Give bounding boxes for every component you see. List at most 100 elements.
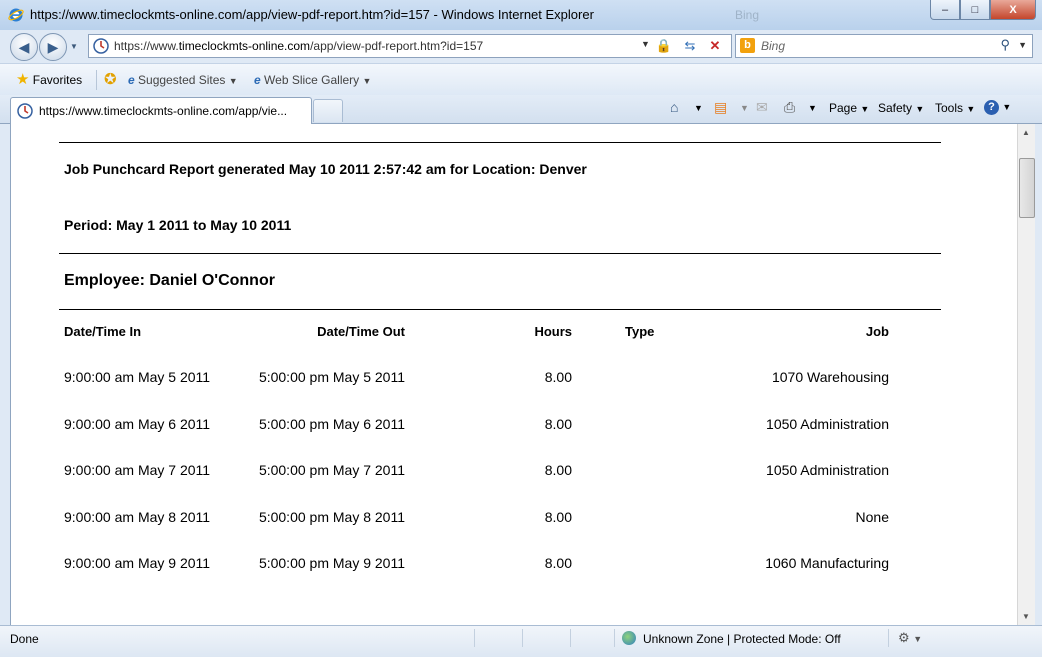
- cell-job: 1050 Administration: [766, 462, 889, 478]
- title-ghost-text: Bing: [735, 8, 760, 22]
- cell-job: 1070 Warehousing: [771, 369, 889, 385]
- internet-explorer-icon: [8, 8, 24, 22]
- home-dropdown-icon[interactable]: ▼: [694, 103, 703, 113]
- new-tab-button[interactable]: [313, 99, 343, 122]
- active-tab[interactable]: https://www.timeclockmts-online.com/app/…: [10, 97, 312, 124]
- search-placeholder[interactable]: Bing: [761, 39, 785, 53]
- suggested-sites-link[interactable]: e Suggested Sites ▼: [128, 73, 238, 87]
- cell-hours: 8.00: [544, 416, 572, 432]
- navigation-bar: ◀ ▶ ▼ https://www.timeclockmts-online.co…: [0, 30, 1042, 63]
- tools-menu[interactable]: Tools ▼: [935, 101, 975, 115]
- column-header-job: Job: [865, 324, 889, 339]
- cell-hours: 8.00: [544, 555, 572, 571]
- page-content: Job Punchcard Report generated May 10 20…: [10, 124, 1017, 625]
- site-favicon-icon: [17, 103, 33, 119]
- chevron-down-icon: ▼: [228, 76, 238, 86]
- search-dropdown-icon[interactable]: ▼: [1018, 40, 1027, 50]
- maximize-button[interactable]: □: [960, 0, 990, 20]
- vertical-scrollbar[interactable]: ▲ ▼: [1017, 124, 1035, 625]
- close-button[interactable]: X: [990, 0, 1036, 20]
- window-controls: ‒ □ X: [930, 0, 1036, 20]
- cell-time-in: 9:00:00 am May 6 2011: [64, 416, 211, 432]
- address-dropdown-icon[interactable]: ▼: [641, 39, 650, 49]
- safety-menu[interactable]: Safety ▼: [878, 101, 924, 115]
- help-icon: ?: [984, 100, 999, 115]
- cell-job: 1060 Manufacturing: [765, 555, 889, 571]
- search-box[interactable]: b Bing ⚲ ▼: [735, 34, 1033, 58]
- cell-time-out: 5:00:00 pm May 9 2011: [258, 555, 405, 571]
- feeds-dropdown-icon[interactable]: ▼: [740, 103, 749, 113]
- cell-time-in: 9:00:00 am May 5 2011: [64, 369, 211, 385]
- page-menu[interactable]: Page ▼: [829, 101, 869, 115]
- site-favicon-icon: [93, 38, 109, 54]
- cell-hours: 8.00: [544, 369, 572, 385]
- add-to-favorites-bar-button[interactable]: ✪: [104, 70, 117, 88]
- chevron-down-icon: ▼: [860, 104, 870, 114]
- status-separator: [522, 629, 523, 647]
- report-heading: Job Punchcard Report generated May 10 20…: [64, 161, 587, 177]
- favorites-separator: [96, 70, 97, 90]
- address-bar[interactable]: https://www.timeclockmts-online.com/app/…: [88, 34, 732, 58]
- print-dropdown-icon[interactable]: ▼: [808, 103, 817, 113]
- column-header-hours: Hours: [534, 324, 572, 339]
- scroll-down-icon[interactable]: ▼: [1022, 612, 1030, 621]
- ie-page-icon: e: [128, 73, 135, 87]
- back-button[interactable]: ◀: [10, 33, 38, 61]
- column-header-in: Date/Time In: [64, 324, 142, 339]
- ie-page-icon: e: [254, 73, 261, 87]
- chevron-down-icon: ▼: [362, 76, 372, 86]
- cell-time-in: 9:00:00 am May 7 2011: [64, 462, 211, 478]
- tab-title: https://www.timeclockmts-online.com/app/…: [39, 104, 288, 118]
- help-button[interactable]: ? ▼: [984, 99, 1011, 115]
- chevron-down-icon: ▼: [915, 104, 925, 114]
- cell-time-in: 9:00:00 am May 9 2011: [64, 555, 211, 571]
- rule-middle: [59, 253, 941, 254]
- column-header-out: Date/Time Out: [317, 324, 405, 339]
- cell-time-out: 5:00:00 pm May 8 2011: [258, 509, 405, 525]
- cell-time-out: 5:00:00 pm May 6 2011: [258, 416, 405, 432]
- lock-icon[interactable]: 🔒: [655, 37, 673, 55]
- tab-bar: https://www.timeclockmts-online.com/app/…: [0, 95, 1042, 124]
- refresh-icon[interactable]: ⇆: [681, 37, 699, 55]
- history-dropdown-icon[interactable]: ▼: [70, 42, 78, 51]
- cell-hours: 8.00: [544, 462, 572, 478]
- chevron-down-icon: ▼: [1002, 102, 1012, 112]
- status-separator: [474, 629, 475, 647]
- print-icon[interactable]: ⎙: [784, 99, 795, 116]
- read-mail-icon[interactable]: ✉: [756, 99, 768, 116]
- window-title: https://www.timeclockmts-online.com/app/…: [30, 7, 594, 22]
- title-bar: https://www.timeclockmts-online.com/app/…: [0, 0, 1042, 30]
- feeds-icon[interactable]: ▤: [714, 99, 727, 116]
- cell-job: None: [855, 509, 889, 525]
- bing-icon: b: [740, 38, 755, 53]
- chevron-down-icon: ▼: [913, 634, 923, 644]
- status-bar: Done Unknown Zone | Protected Mode: Off …: [0, 625, 1042, 657]
- security-zone[interactable]: Unknown Zone | Protected Mode: Off: [643, 632, 841, 646]
- stop-icon[interactable]: ✕: [706, 37, 724, 55]
- home-icon[interactable]: ⌂: [670, 99, 678, 115]
- cell-time-out: 5:00:00 pm May 7 2011: [258, 462, 405, 478]
- status-separator: [614, 629, 615, 647]
- employee-name: Employee: Daniel O'Connor: [64, 272, 275, 289]
- scrollbar-thumb[interactable]: [1019, 158, 1035, 218]
- forward-button[interactable]: ▶: [39, 33, 67, 61]
- search-icon[interactable]: ⚲: [1000, 37, 1010, 53]
- favorites-bar: ★ Favorites ✪ e Suggested Sites ▼ e Web …: [0, 63, 1042, 96]
- column-header-type: Type: [625, 324, 655, 339]
- rule-top: [59, 142, 941, 143]
- address-url[interactable]: https://www.timeclockmts-online.com/app/…: [114, 39, 483, 53]
- web-slice-gallery-link[interactable]: e Web Slice Gallery ▼: [254, 73, 371, 87]
- zoom-icon[interactable]: ⚙ ▼: [898, 630, 922, 646]
- back-arrow-icon: ◀: [18, 38, 30, 55]
- chevron-down-icon: ▼: [966, 104, 976, 114]
- minimize-button[interactable]: ‒: [930, 0, 960, 20]
- favorites-button[interactable]: ★ Favorites: [16, 70, 82, 88]
- status-separator: [888, 629, 889, 647]
- report-period: Period: May 1 2011 to May 10 2011: [64, 217, 292, 233]
- status-text: Done: [10, 632, 39, 646]
- globe-icon: [622, 631, 636, 645]
- cell-time-out: 5:00:00 pm May 5 2011: [258, 369, 405, 385]
- status-separator: [570, 629, 571, 647]
- scroll-up-icon[interactable]: ▲: [1022, 128, 1030, 137]
- forward-arrow-icon: ▶: [47, 38, 59, 55]
